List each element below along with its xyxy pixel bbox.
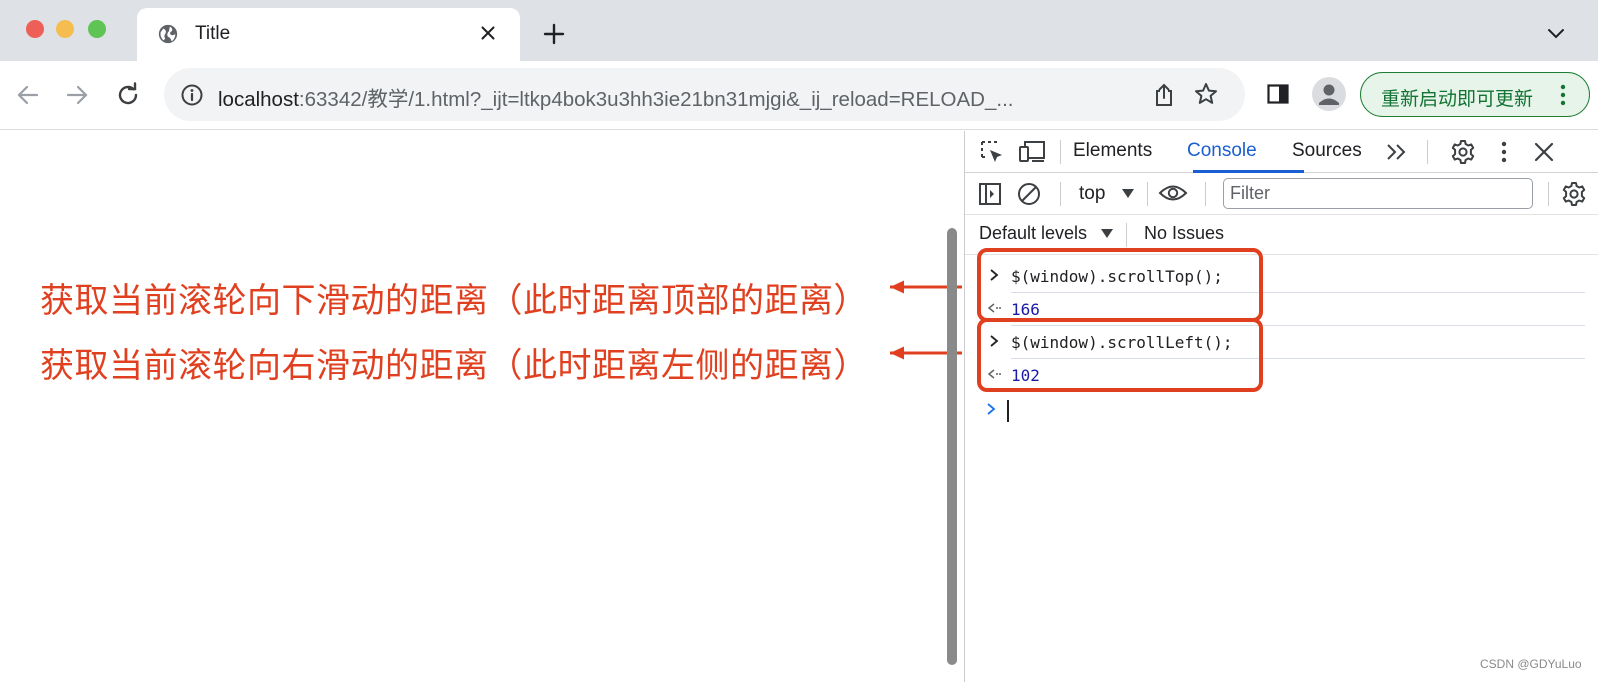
console-settings-icon[interactable] <box>1561 181 1587 207</box>
browser-tab[interactable]: Title <box>137 8 520 61</box>
devtools-divider <box>1205 182 1206 206</box>
annotation-scroll-top: 获取当前滚轮向下滑动的距离（此时距离顶部的距离） <box>40 282 868 320</box>
address-bar[interactable]: localhost:63342/教学/1.html?_ijt=ltkp4bok3… <box>164 68 1245 121</box>
maximize-window-button[interactable] <box>88 20 106 38</box>
devtools-divider <box>1060 140 1061 164</box>
tab-elements[interactable]: Elements <box>1073 140 1152 162</box>
highlight-box-scroll-left <box>977 318 1263 392</box>
page-viewport <box>0 131 964 682</box>
context-selector[interactable]: top <box>1079 183 1105 205</box>
tab-title: Title <box>195 23 231 44</box>
page-scrollbar[interactable] <box>947 228 957 665</box>
eye-icon[interactable] <box>1158 182 1188 204</box>
more-tabs-icon[interactable] <box>1385 142 1409 162</box>
console-output[interactable]: $(window).scrollTop(); 166 $(window).scr… <box>965 248 1598 682</box>
reload-icon[interactable] <box>114 81 142 109</box>
url-text[interactable]: localhost:63342/教学/1.html?_ijt=ltkp4bok3… <box>218 82 1118 112</box>
chevron-down-icon[interactable] <box>1546 26 1566 40</box>
browser-toolbar: localhost:63342/教学/1.html?_ijt=ltkp4bok3… <box>0 61 1598 130</box>
url-path: :63342/教学/1.html?_ijt=ltkp4bok3u3hh3ie21… <box>298 88 1014 111</box>
devtools-divider <box>1548 182 1549 206</box>
person-icon <box>1319 84 1339 105</box>
prompt-chevron-icon <box>987 403 996 415</box>
devtools-divider <box>1060 182 1061 206</box>
issues-counter[interactable]: No Issues <box>1144 223 1224 244</box>
info-icon[interactable] <box>180 83 204 107</box>
profile-avatar[interactable] <box>1312 77 1346 111</box>
filter-placeholder: Filter <box>1230 183 1270 203</box>
close-window-button[interactable] <box>26 20 44 38</box>
side-panel-icon[interactable] <box>1266 82 1290 106</box>
caret-down-icon[interactable] <box>1122 189 1134 198</box>
inspect-element-icon[interactable] <box>979 139 1005 165</box>
clear-console-icon[interactable] <box>1015 180 1043 208</box>
log-levels-dropdown[interactable]: Default levels <box>979 223 1087 244</box>
tab-console[interactable]: Console <box>1187 140 1257 162</box>
caret-down-icon[interactable] <box>1101 229 1113 238</box>
filter-input[interactable]: Filter <box>1223 178 1533 209</box>
console-prompt-input[interactable] <box>1007 400 1009 422</box>
annotation-scroll-left: 获取当前滚轮向右滑动的距离（此时距离左侧的距离） <box>40 347 868 385</box>
browser-window: Title localhost:63342/教学/1.html?_ijt=ltk… <box>0 0 1598 682</box>
devtools-divider <box>1126 223 1127 247</box>
update-label: 重新启动即可更新 <box>1381 89 1534 110</box>
sidebar-toggle-icon[interactable] <box>977 181 1003 207</box>
devtools-divider <box>1147 182 1148 206</box>
star-icon[interactable] <box>1193 81 1219 107</box>
more-vert-icon[interactable] <box>1499 140 1509 164</box>
devtools-tab-bar: Elements Console Sources <box>965 131 1598 173</box>
url-host: localhost <box>218 88 299 111</box>
gear-icon[interactable] <box>1450 139 1476 165</box>
back-icon[interactable] <box>14 81 42 109</box>
globe-icon <box>158 24 178 44</box>
console-toolbar: top Filter <box>965 173 1598 215</box>
tab-sources[interactable]: Sources <box>1292 140 1362 162</box>
tab-strip: Title <box>0 0 1598 61</box>
minimize-window-button[interactable] <box>56 20 74 38</box>
device-toolbar-icon[interactable] <box>1018 139 1046 165</box>
new-tab-button[interactable] <box>542 22 566 46</box>
watermark: CSDN @GDYuLuo <box>1480 657 1582 671</box>
close-icon[interactable] <box>477 22 499 44</box>
scrollbar-thumb[interactable] <box>947 228 957 665</box>
forward-icon[interactable] <box>63 81 91 109</box>
devtools-panel: Elements Console Sources top Filter Defa… <box>964 131 1598 682</box>
devtools-divider <box>1427 140 1428 164</box>
more-vert-icon[interactable] <box>1559 83 1567 107</box>
relaunch-update-button[interactable]: 重新启动即可更新 <box>1360 72 1590 117</box>
close-devtools-icon[interactable] <box>1533 141 1555 163</box>
highlight-box-scroll-top <box>977 248 1263 322</box>
share-icon[interactable] <box>1152 82 1176 108</box>
